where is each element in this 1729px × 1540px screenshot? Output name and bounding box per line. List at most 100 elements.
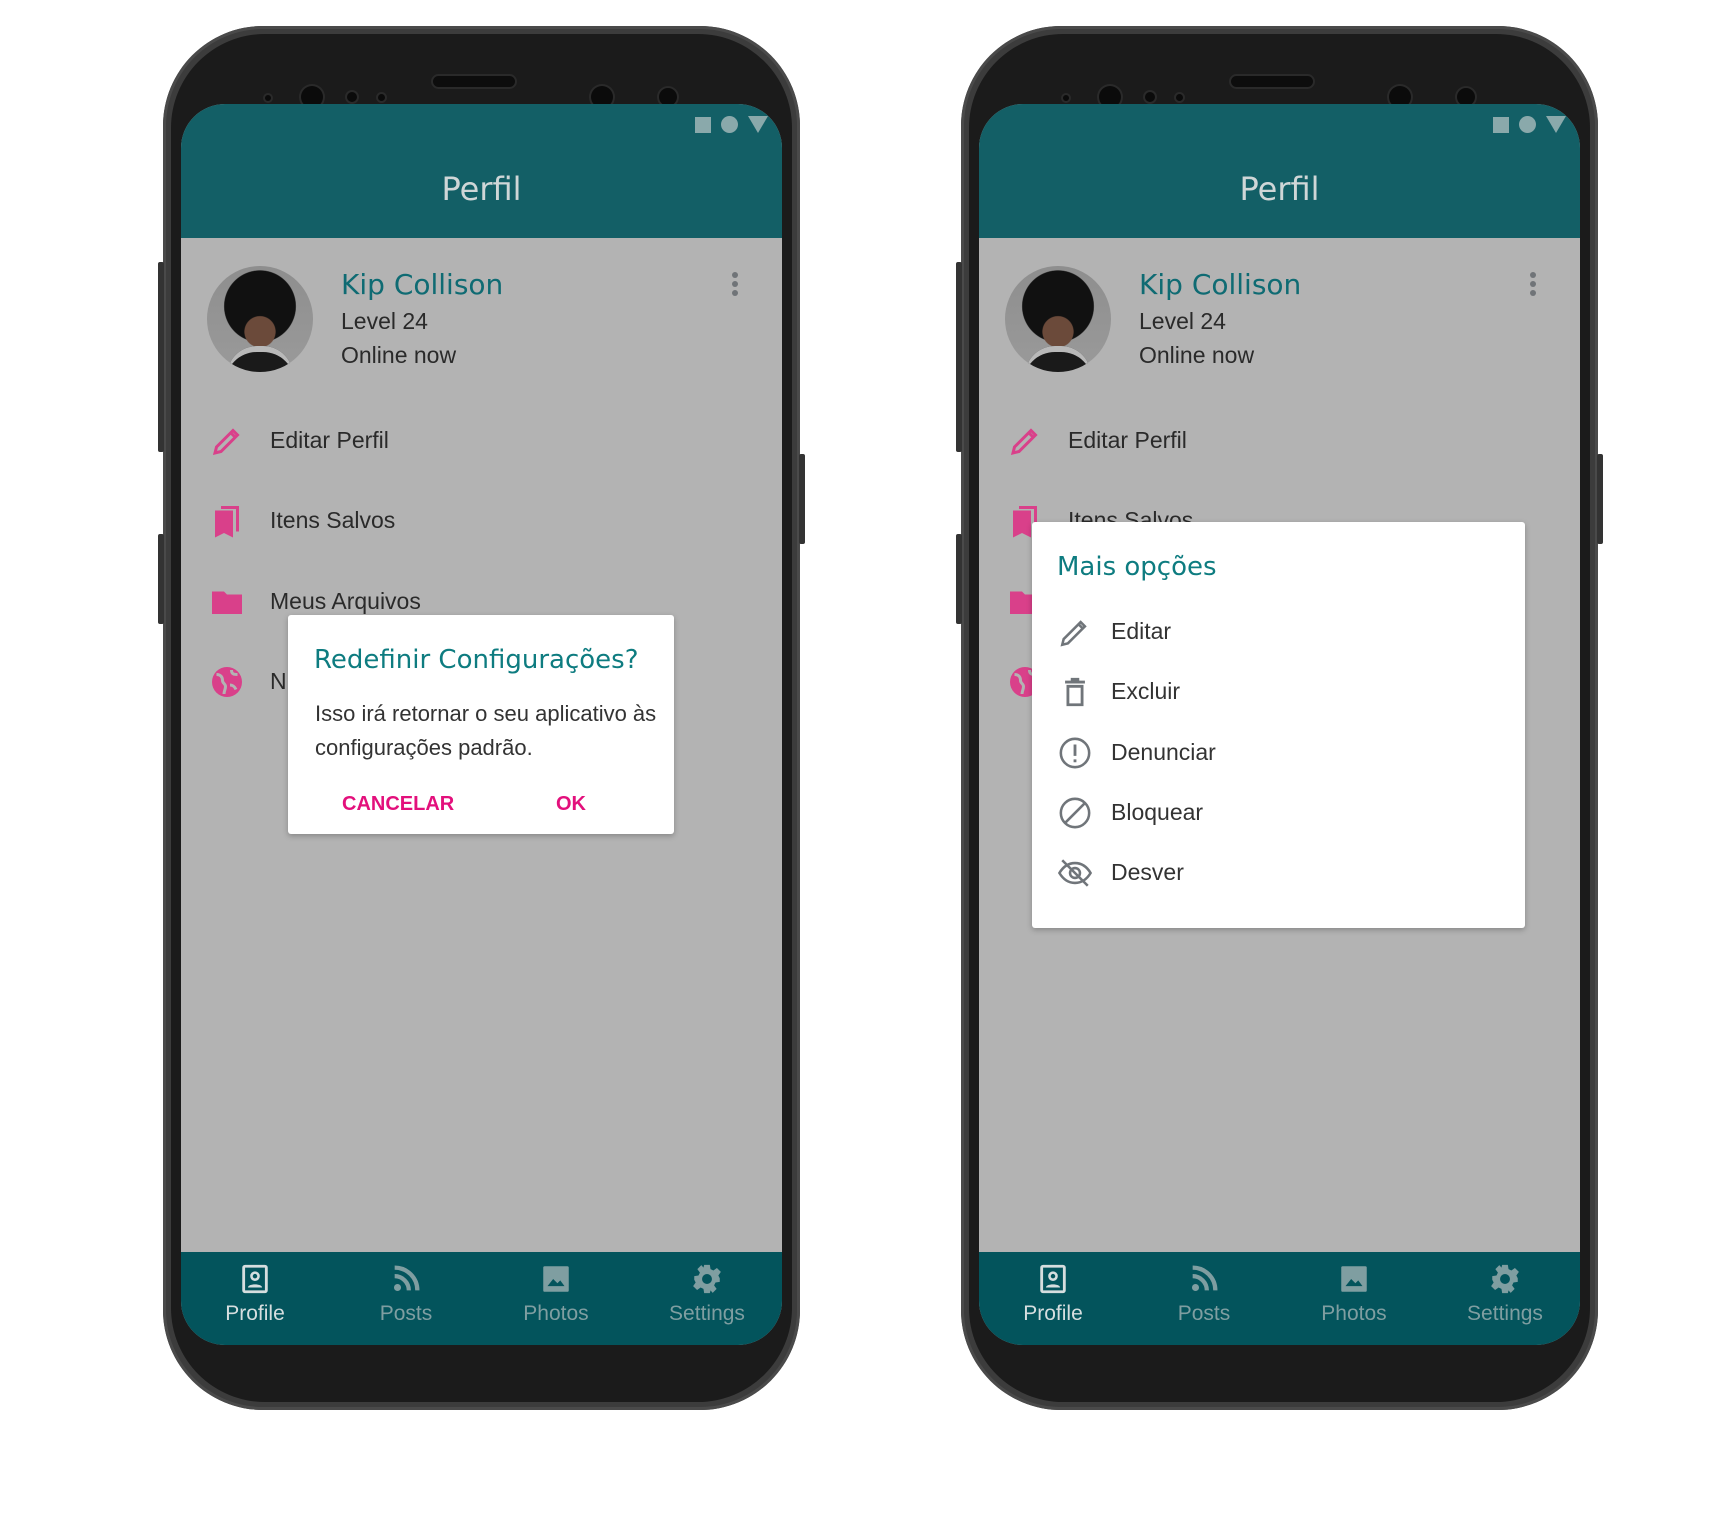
profile-icon [1040,1264,1066,1294]
nav-label: Profile [1023,1302,1083,1325]
menu-item-label: N [270,668,287,694]
bottom-nav: Profile Posts Photos Settings [979,1252,1580,1345]
profile-level: Level 24 [341,308,428,334]
nav-profile[interactable]: Profile [993,1262,1113,1326]
nav-label: Photos [523,1302,589,1325]
circle-icon [721,116,738,133]
menu-item-label: Meus Arquivos [270,588,421,614]
status-bar [695,116,768,133]
nav-posts[interactable]: Posts [1144,1262,1264,1326]
profile-status: Online now [1139,342,1255,368]
menu-item-saved[interactable]: Itens Salvos [181,495,782,545]
option-block[interactable]: Bloquear [1032,787,1525,837]
option-label: Desver [1111,859,1184,885]
pencil-icon [1060,620,1087,647]
eye-off-icon [1058,859,1092,887]
option-edit[interactable]: Editar [1032,606,1525,656]
option-unsee[interactable]: Desver [1032,847,1525,897]
nav-photos[interactable]: Photos [496,1262,616,1326]
nav-settings[interactable]: Settings [1445,1262,1565,1326]
ok-button[interactable]: OK [556,793,586,816]
nav-label: Settings [1467,1302,1543,1325]
option-delete[interactable]: Excluir [1032,666,1525,716]
more-options-menu: Mais opções Editar Excluir Denunciar Blo… [1032,522,1525,928]
sensor [347,92,357,102]
menu-item-label: Editar Perfil [1068,427,1187,453]
power-button [1597,454,1603,544]
speaker [433,76,515,87]
trash-icon [1065,677,1085,707]
circle-icon [1519,116,1536,133]
globe-icon [212,667,242,697]
menu-item-label: Editar Perfil [270,427,389,453]
rss-icon [393,1265,420,1292]
sensor [1145,92,1155,102]
cancel-button[interactable]: CANCELAR [342,793,454,816]
block-icon [1059,797,1091,829]
pencil-icon [212,428,240,456]
menu-item-label: Itens Salvos [270,507,396,533]
sensor [1063,95,1069,101]
sensor [378,94,385,101]
phone-left: Perfil Kip Collison Level 24 Online now … [158,26,805,1410]
nav-photos[interactable]: Photos [1294,1262,1414,1326]
option-report[interactable]: Denunciar [1032,727,1525,777]
phone-right: Perfil Kip Collison Level 24 Online now … [956,26,1603,1410]
page-title: Perfil [1239,170,1320,208]
screen: Perfil Kip Collison Level 24 Online now … [181,104,782,1345]
avatar[interactable] [1005,266,1111,372]
nav-settings[interactable]: Settings [647,1262,767,1326]
menu-title: Mais opções [1057,552,1217,582]
image-icon [543,1266,569,1292]
dialog-body: Isso irá retornar o seu aplicativo às co… [315,701,657,760]
speaker [1231,76,1313,87]
profile-icon [242,1264,268,1294]
nav-label: Photos [1321,1302,1387,1325]
option-label: Excluir [1111,678,1181,704]
triangle-icon [748,116,768,133]
profile-level: Level 24 [1139,308,1226,334]
option-label: Denunciar [1111,739,1216,765]
side-button [158,534,164,624]
nav-posts[interactable]: Posts [346,1262,466,1326]
gear-icon [1491,1264,1519,1294]
alert-circle-icon [1059,737,1091,769]
nav-label: Settings [669,1302,745,1325]
sensor [1176,94,1183,101]
more-options-icon[interactable] [729,272,741,302]
nav-profile[interactable]: Profile [195,1262,315,1326]
volume-button [956,262,962,452]
status-bar [1493,116,1566,133]
option-label: Bloquear [1111,799,1204,825]
sensor [265,95,271,101]
power-button [799,454,805,544]
profile-name: Kip Collison [1139,268,1302,301]
profile-name: Kip Collison [341,268,504,301]
more-options-icon[interactable] [1527,272,1539,302]
bookmarks-icon [215,506,239,538]
option-label: Editar [1111,618,1172,644]
gear-icon [693,1264,721,1294]
app-header: Perfil [181,104,782,238]
volume-button [158,262,164,452]
square-icon [695,116,711,133]
reset-settings-dialog: Redefinir Configurações? Isso irá retorn… [288,615,674,834]
profile-status: Online now [341,342,457,368]
nav-label: Posts [1177,1302,1231,1325]
side-button [956,534,962,624]
folder-icon [212,591,242,614]
nav-label: Profile [225,1302,285,1325]
image-icon [1341,1266,1367,1292]
pencil-icon [1010,428,1038,456]
avatar[interactable] [207,266,313,372]
menu-item-edit-profile[interactable]: Editar Perfil [181,415,782,465]
dialog-title: Redefinir Configurações? [314,645,639,675]
app-header: Perfil [979,104,1580,238]
rss-icon [1191,1265,1218,1292]
nav-label: Posts [379,1302,433,1325]
square-icon [1493,116,1509,133]
screen: Perfil Kip Collison Level 24 Online now … [979,104,1580,1345]
page-title: Perfil [441,170,522,208]
triangle-icon [1546,116,1566,133]
menu-item-edit-profile[interactable]: Editar Perfil [979,415,1580,465]
